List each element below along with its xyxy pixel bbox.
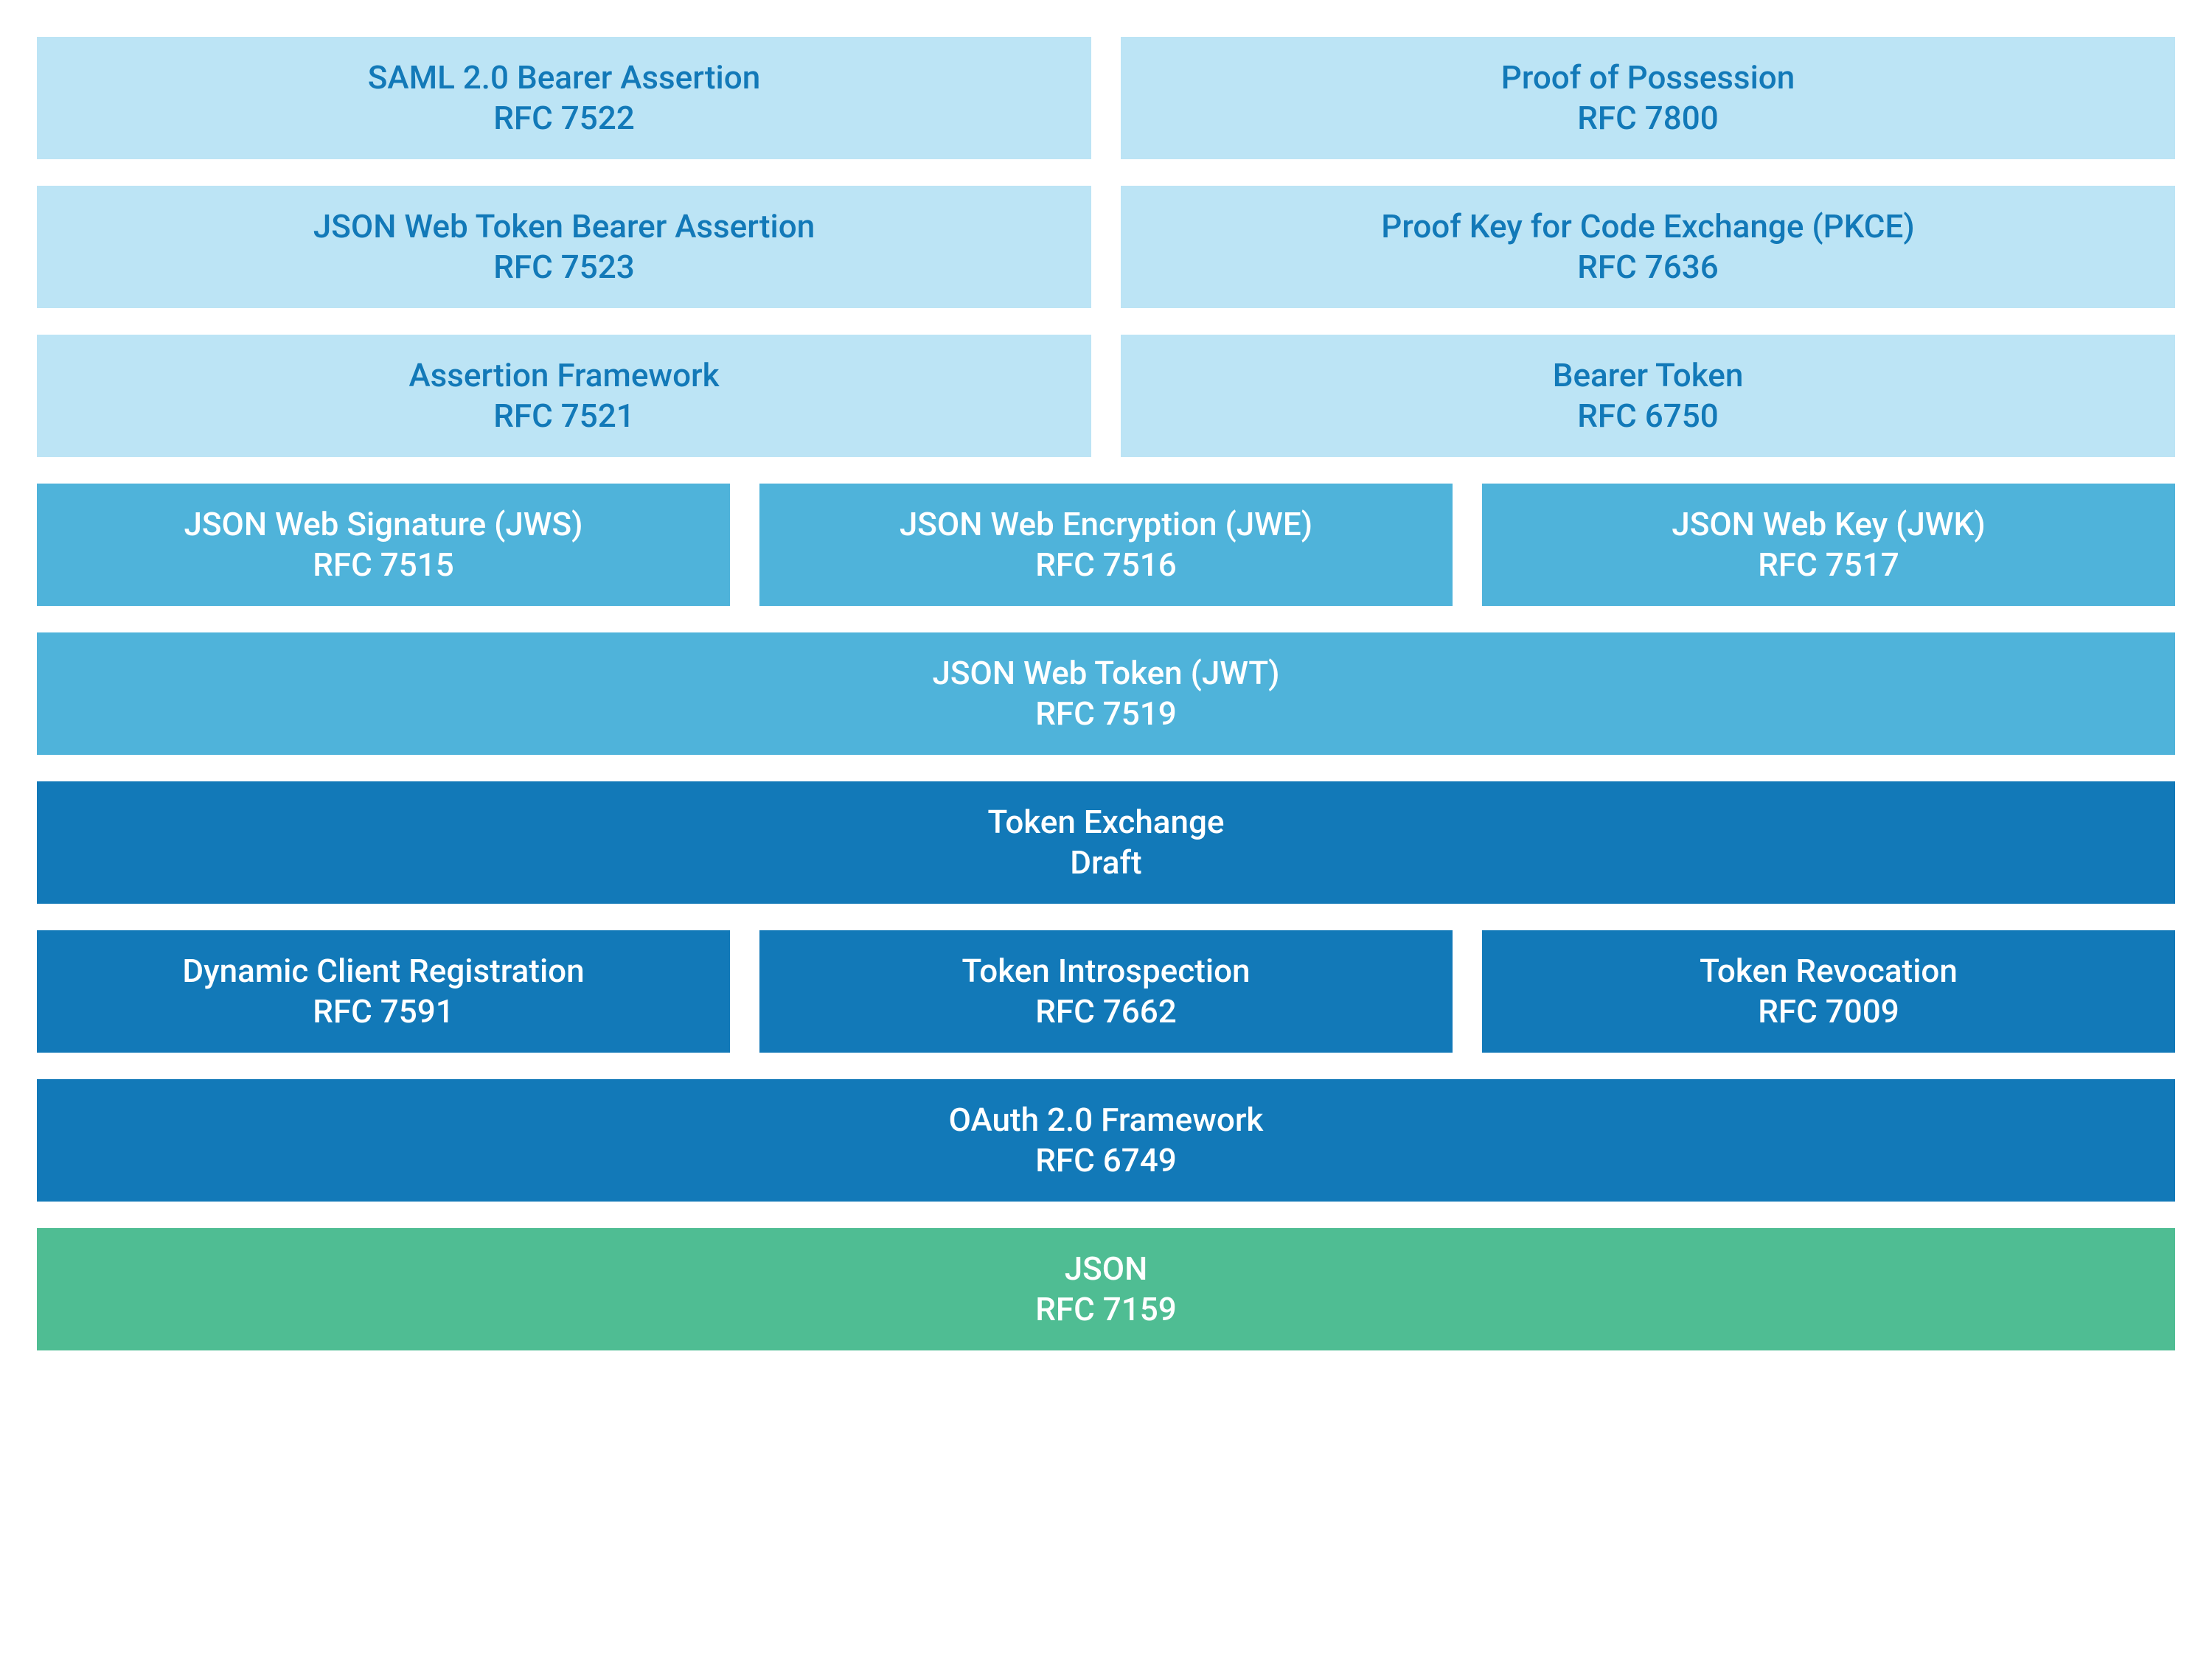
box-title: JSON Web Encryption (JWE) bbox=[900, 504, 1312, 545]
box-title: SAML 2.0 Bearer Assertion bbox=[368, 57, 760, 98]
row-8: JSON RFC 7159 bbox=[37, 1228, 2175, 1350]
box-title: Token Revocation bbox=[1700, 951, 1958, 991]
box-pkce: Proof Key for Code Exchange (PKCE) RFC 7… bbox=[1121, 186, 2175, 308]
box-sub: RFC 7800 bbox=[1577, 98, 1719, 139]
box-title: Proof Key for Code Exchange (PKCE) bbox=[1381, 206, 1915, 247]
box-title: Token Introspection bbox=[961, 951, 1250, 991]
box-title: Bearer Token bbox=[1553, 355, 1744, 396]
box-title: Dynamic Client Registration bbox=[182, 951, 584, 991]
box-sub: RFC 7591 bbox=[313, 991, 454, 1032]
box-title: Token Exchange bbox=[988, 802, 1225, 843]
box-token-exchange: Token Exchange Draft bbox=[37, 781, 2175, 904]
box-sub: RFC 7517 bbox=[1758, 545, 1899, 585]
box-json: JSON RFC 7159 bbox=[37, 1228, 2175, 1350]
box-sub: RFC 7521 bbox=[493, 396, 635, 436]
box-sub: RFC 6749 bbox=[1035, 1140, 1177, 1181]
box-jws: JSON Web Signature (JWS) RFC 7515 bbox=[37, 484, 730, 606]
box-sub: Draft bbox=[1070, 843, 1141, 883]
box-sub: RFC 6750 bbox=[1577, 396, 1719, 436]
box-sub: RFC 7522 bbox=[493, 98, 635, 139]
box-title: JSON Web Key (JWK) bbox=[1672, 504, 1985, 545]
box-token-revocation: Token Revocation RFC 7009 bbox=[1482, 930, 2175, 1053]
box-jwt: JSON Web Token (JWT) RFC 7519 bbox=[37, 632, 2175, 755]
box-bearer-token: Bearer Token RFC 6750 bbox=[1121, 335, 2175, 457]
box-jwk: JSON Web Key (JWK) RFC 7517 bbox=[1482, 484, 2175, 606]
box-title: JSON bbox=[1065, 1249, 1148, 1289]
box-sub: RFC 7009 bbox=[1758, 991, 1899, 1032]
box-sub: RFC 7159 bbox=[1035, 1289, 1177, 1330]
box-jwe: JSON Web Encryption (JWE) RFC 7516 bbox=[759, 484, 1453, 606]
box-saml-bearer-assertion: SAML 2.0 Bearer Assertion RFC 7522 bbox=[37, 37, 1091, 159]
box-title: Assertion Framework bbox=[408, 355, 719, 396]
box-assertion-framework: Assertion Framework RFC 7521 bbox=[37, 335, 1091, 457]
box-sub: RFC 7515 bbox=[313, 545, 454, 585]
row-5: Token Exchange Draft bbox=[37, 781, 2175, 904]
row-4: JSON Web Token (JWT) RFC 7519 bbox=[37, 632, 2175, 755]
box-sub: RFC 7519 bbox=[1035, 694, 1177, 734]
box-sub: RFC 7636 bbox=[1577, 247, 1719, 287]
box-oauth-framework: OAuth 2.0 Framework RFC 6749 bbox=[37, 1079, 2175, 1202]
row-2: Assertion Framework RFC 7521 Bearer Toke… bbox=[37, 335, 2175, 457]
box-dynamic-client-registration: Dynamic Client Registration RFC 7591 bbox=[37, 930, 730, 1053]
box-title: JSON Web Token Bearer Assertion bbox=[313, 206, 815, 247]
box-title: JSON Web Signature (JWS) bbox=[184, 504, 582, 545]
row-3: JSON Web Signature (JWS) RFC 7515 JSON W… bbox=[37, 484, 2175, 606]
row-6: Dynamic Client Registration RFC 7591 Tok… bbox=[37, 930, 2175, 1053]
box-title: Proof of Possession bbox=[1501, 57, 1795, 98]
box-sub: RFC 7523 bbox=[493, 247, 635, 287]
box-title: OAuth 2.0 Framework bbox=[949, 1100, 1264, 1140]
row-7: OAuth 2.0 Framework RFC 6749 bbox=[37, 1079, 2175, 1202]
box-proof-of-possession: Proof of Possession RFC 7800 bbox=[1121, 37, 2175, 159]
box-token-introspection: Token Introspection RFC 7662 bbox=[759, 930, 1453, 1053]
box-title: JSON Web Token (JWT) bbox=[932, 653, 1279, 694]
oauth-standards-diagram: SAML 2.0 Bearer Assertion RFC 7522 Proof… bbox=[37, 37, 2175, 1350]
box-sub: RFC 7662 bbox=[1035, 991, 1177, 1032]
row-1: JSON Web Token Bearer Assertion RFC 7523… bbox=[37, 186, 2175, 308]
box-sub: RFC 7516 bbox=[1035, 545, 1177, 585]
box-jwt-bearer-assertion: JSON Web Token Bearer Assertion RFC 7523 bbox=[37, 186, 1091, 308]
row-0: SAML 2.0 Bearer Assertion RFC 7522 Proof… bbox=[37, 37, 2175, 159]
